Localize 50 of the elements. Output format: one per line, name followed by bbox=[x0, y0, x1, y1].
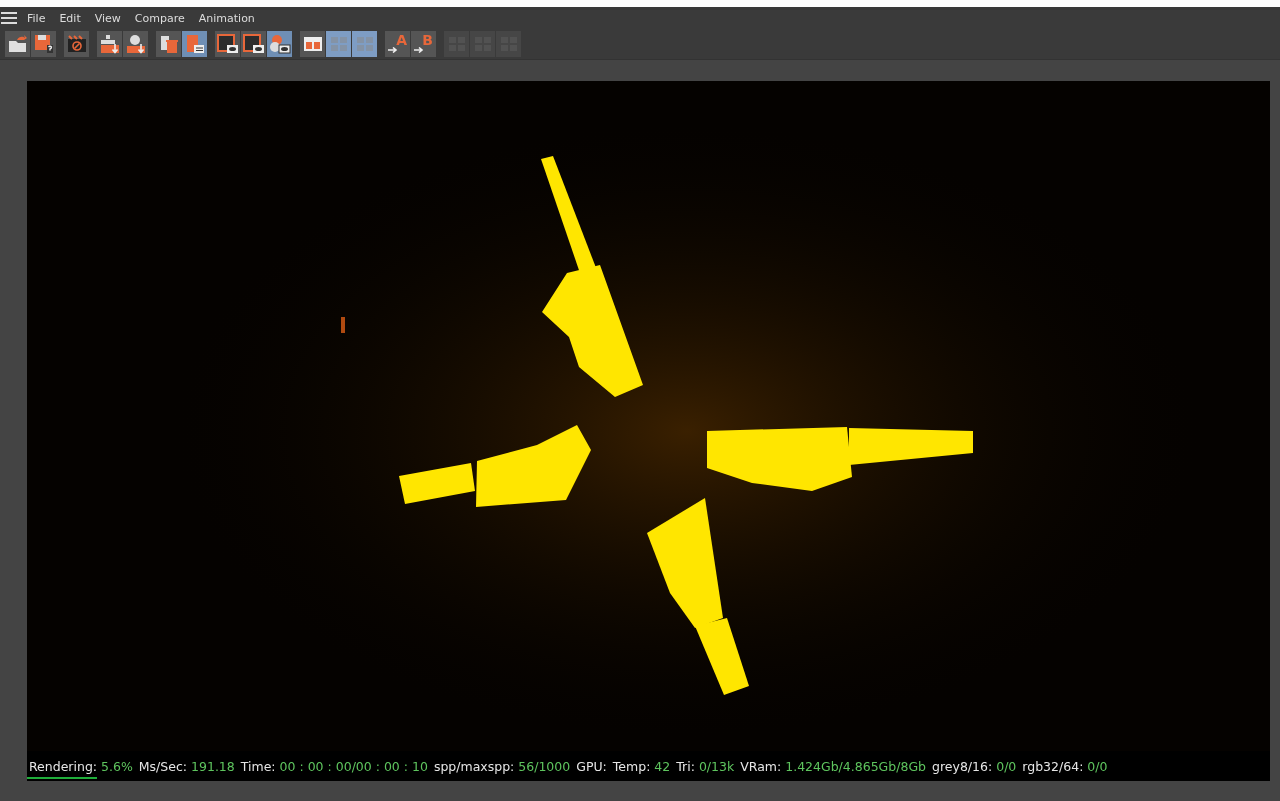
toolbar-button[interactable] bbox=[31, 31, 56, 57]
menu-item[interactable]: Compare bbox=[134, 11, 185, 25]
menu-item[interactable]: View bbox=[94, 11, 121, 25]
notebook-icon bbox=[184, 34, 205, 54]
compare-grid-icon bbox=[328, 35, 349, 53]
toolbar-button[interactable] bbox=[97, 31, 122, 57]
floppy-question-icon bbox=[33, 34, 54, 54]
status-label: GPU: bbox=[576, 758, 607, 774]
right-arrow-icon bbox=[388, 47, 398, 53]
status-value: 42 bbox=[654, 758, 671, 774]
status-label: Time: bbox=[240, 758, 276, 774]
status-label: Rendering: bbox=[29, 758, 98, 774]
compare-grid-icon bbox=[354, 35, 375, 53]
toolbar-button[interactable] bbox=[241, 31, 266, 57]
status-label: Tri: bbox=[676, 758, 695, 774]
frame-eye-icon bbox=[242, 34, 265, 54]
folder-icon bbox=[7, 35, 28, 53]
frame-eye-icon bbox=[216, 34, 239, 54]
shapes-eye-icon bbox=[268, 34, 291, 54]
menu-item[interactable]: Edit bbox=[59, 11, 81, 25]
status-value: 56/1000 bbox=[518, 758, 571, 774]
split-compare-icon bbox=[302, 35, 323, 53]
status-label: spp/maxspp: bbox=[433, 758, 515, 774]
toolbar-button[interactable] bbox=[267, 31, 292, 57]
status-value: 0/0 bbox=[1087, 758, 1108, 774]
right-arrow-icon bbox=[414, 47, 424, 53]
status-label: grey8/16: bbox=[932, 758, 993, 774]
status-label: Ms/Sec: bbox=[138, 758, 188, 774]
toolbar-button[interactable] bbox=[215, 31, 240, 57]
status-label: rgb32/64: bbox=[1022, 758, 1084, 774]
status-value: 5.6% bbox=[101, 758, 133, 774]
status-value: 0/13k bbox=[698, 758, 735, 774]
toolbar-button[interactable] bbox=[300, 31, 325, 57]
toolbar-button[interactable] bbox=[123, 31, 148, 57]
status-value: 00 : 00 : 00/00 : 00 : 10 bbox=[279, 758, 428, 774]
status-value: 0/0 bbox=[996, 758, 1017, 774]
document-trash-icon bbox=[158, 34, 179, 54]
toolbar-button[interactable] bbox=[156, 31, 181, 57]
grid-down-arrow-icon bbox=[99, 34, 120, 54]
status-value: 1.424Gb/4.865Gb/8Gb bbox=[785, 758, 927, 774]
sphere-down-arrow-icon bbox=[125, 34, 146, 54]
status-label: Temp: bbox=[612, 758, 651, 774]
status-value: 191.18 bbox=[191, 758, 235, 774]
menu-item[interactable]: Animation bbox=[198, 11, 255, 25]
toolbar-button[interactable] bbox=[5, 31, 30, 57]
menu-icon[interactable] bbox=[1, 12, 17, 24]
status-label: VRam: bbox=[740, 758, 782, 774]
menu-item[interactable]: File bbox=[27, 11, 46, 25]
toolbar-button[interactable] bbox=[64, 31, 89, 57]
clapperboard-icon bbox=[66, 35, 87, 53]
